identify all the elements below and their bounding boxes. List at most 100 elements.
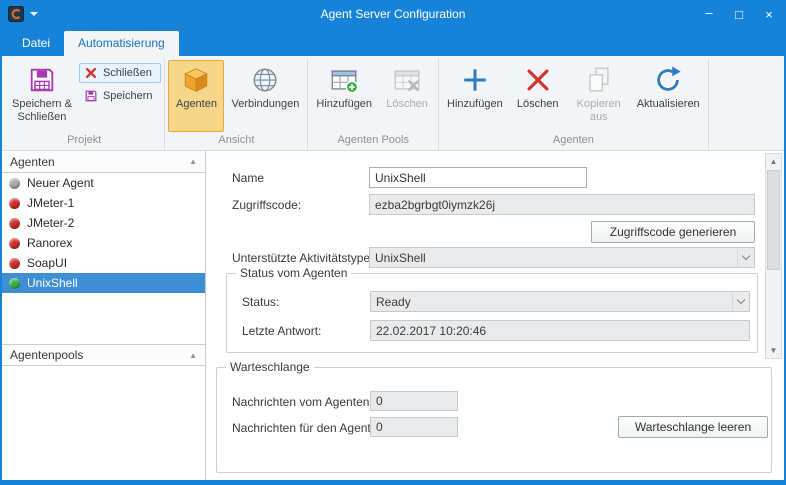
app-logo-icon bbox=[8, 6, 24, 22]
sort-ascending-icon: ▲ bbox=[189, 157, 197, 166]
maximize-button[interactable]: □ bbox=[724, 0, 754, 28]
name-input[interactable] bbox=[369, 167, 587, 188]
list-item-agent[interactable]: Ranorex bbox=[2, 233, 205, 253]
agent-add-button[interactable]: Hinzufügen bbox=[442, 60, 508, 132]
copy-pages-icon bbox=[584, 65, 614, 95]
list-item-agent[interactable]: Neuer Agent bbox=[2, 173, 205, 193]
last-response-label: Letzte Antwort: bbox=[242, 324, 321, 338]
pools-list-header[interactable]: Agentenpools ▲ bbox=[2, 344, 205, 366]
scroll-down-icon: ▼ bbox=[770, 346, 778, 355]
close-x-icon bbox=[84, 66, 98, 80]
chevron-down-icon bbox=[732, 292, 749, 311]
clear-queue-button[interactable]: Warteschlange leeren bbox=[618, 416, 768, 438]
agent-delete-label: Löschen bbox=[517, 98, 559, 111]
sidebar: Agenten ▲ Neuer Agent JMeter-1 JMeter-2 … bbox=[2, 151, 206, 480]
status-dot-red-icon bbox=[9, 218, 20, 229]
agents-view-label: Agenten bbox=[176, 98, 217, 111]
status-dot-red-icon bbox=[9, 258, 20, 269]
status-label: Status: bbox=[242, 295, 279, 309]
table-add-icon bbox=[329, 65, 359, 95]
agent-delete-button[interactable]: Löschen bbox=[510, 60, 566, 132]
save-and-close-label-line1: Speichern & bbox=[12, 98, 72, 111]
last-response-input bbox=[370, 320, 750, 341]
window-controls: – □ × bbox=[694, 0, 784, 28]
list-item-agent-selected[interactable]: UnixShell bbox=[2, 273, 205, 293]
save-small-icon bbox=[84, 89, 98, 103]
ribbon-group-label-ansicht: Ansicht bbox=[168, 133, 304, 150]
tab-datei[interactable]: Datei bbox=[8, 31, 64, 56]
agent-name: Ranorex bbox=[27, 236, 72, 250]
list-item-agent[interactable]: SoapUI bbox=[2, 253, 205, 273]
pool-delete-label: Löschen bbox=[386, 98, 428, 111]
agent-name: JMeter-1 bbox=[27, 196, 74, 210]
agent-name: UnixShell bbox=[27, 276, 78, 290]
scrollbar-thumb[interactable] bbox=[767, 170, 780, 270]
refresh-label: Aktualisieren bbox=[637, 98, 700, 111]
red-x-icon bbox=[523, 65, 553, 95]
agent-add-label: Hinzufügen bbox=[447, 98, 503, 111]
status-value: Ready bbox=[376, 295, 411, 309]
queue-groupbox: Warteschlange Nachrichten vom Agenten: N… bbox=[216, 367, 772, 473]
ribbon-group-agenten-pools: Hinzufügen Löschen Agenten Pools bbox=[308, 58, 439, 150]
ribbon-tab-row: Datei Automatisierung bbox=[2, 28, 784, 56]
save-disk-icon bbox=[27, 65, 57, 95]
maximize-icon: □ bbox=[735, 7, 743, 22]
window-body: Agenten ▲ Neuer Agent JMeter-1 JMeter-2 … bbox=[2, 151, 784, 480]
ribbon: Speichern & Schließen Schließen bbox=[2, 56, 784, 151]
list-item-agent[interactable]: JMeter-2 bbox=[2, 213, 205, 233]
save-button[interactable]: Speichern bbox=[79, 86, 162, 106]
queue-groupbox-legend: Warteschlange bbox=[226, 360, 314, 374]
messages-from-agent-input bbox=[370, 391, 458, 411]
status-groupbox: Status vom Agenten Status: Ready Letzte … bbox=[226, 273, 758, 353]
status-dot-green-icon bbox=[9, 278, 20, 289]
agent-name: Neuer Agent bbox=[27, 176, 94, 190]
generate-access-code-button[interactable]: Zugriffscode generieren bbox=[591, 221, 755, 243]
close-button[interactable]: × bbox=[754, 0, 784, 28]
vertical-scrollbar[interactable]: ▲ ▼ bbox=[765, 153, 782, 359]
close-project-button[interactable]: Schließen bbox=[79, 63, 162, 83]
scroll-up-icon: ▲ bbox=[770, 157, 778, 166]
activity-types-combo: UnixShell bbox=[369, 247, 755, 268]
scroll-down-button[interactable]: ▼ bbox=[766, 343, 781, 358]
save-and-close-button[interactable]: Speichern & Schließen bbox=[7, 60, 77, 132]
pools-list-header-label: Agentenpools bbox=[10, 348, 83, 362]
status-dot-red-icon bbox=[9, 238, 20, 249]
save-and-close-label-line2: Schließen bbox=[18, 111, 67, 124]
minimize-button[interactable]: – bbox=[694, 0, 724, 28]
access-code-input[interactable] bbox=[369, 194, 755, 215]
name-label: Name bbox=[232, 171, 264, 185]
pool-add-button[interactable]: Hinzufügen bbox=[311, 60, 377, 132]
save-label: Speichern bbox=[103, 90, 153, 102]
list-item-agent[interactable]: JMeter-1 bbox=[2, 193, 205, 213]
connections-view-label: Verbindungen bbox=[231, 98, 299, 111]
copy-from-label: Kopieren aus bbox=[573, 98, 625, 124]
agents-view-button[interactable]: Agenten bbox=[168, 60, 224, 132]
refresh-button[interactable]: Aktualisieren bbox=[632, 60, 705, 132]
ribbon-group-label-agenten: Agenten bbox=[442, 133, 705, 150]
status-dot-gray-icon bbox=[9, 178, 20, 189]
close-icon: × bbox=[765, 7, 773, 22]
titlebar: Agent Server Configuration – □ × bbox=[2, 0, 784, 28]
messages-for-agent-label: Nachrichten für den Agenten: bbox=[232, 421, 387, 435]
globe-icon bbox=[250, 65, 280, 95]
agents-list-header[interactable]: Agenten ▲ bbox=[2, 151, 205, 173]
agent-detail-panel: Name Zugriffscode: Zugriffscode generier… bbox=[206, 151, 784, 480]
scroll-up-button[interactable]: ▲ bbox=[766, 154, 781, 169]
refresh-icon bbox=[653, 65, 683, 95]
plus-icon bbox=[460, 65, 490, 95]
tab-automatisierung[interactable]: Automatisierung bbox=[64, 31, 179, 56]
quick-access-caret-icon[interactable] bbox=[24, 0, 44, 28]
agent-cube-icon bbox=[181, 65, 211, 95]
chevron-down-icon bbox=[737, 248, 754, 267]
status-combo: Ready bbox=[370, 291, 750, 312]
pool-delete-button[interactable]: Löschen bbox=[379, 60, 435, 132]
activity-types-label: Unterstützte Aktivitätstypen: bbox=[232, 251, 380, 265]
messages-for-agent-input bbox=[370, 417, 458, 437]
close-project-label: Schließen bbox=[103, 67, 152, 79]
window-title: Agent Server Configuration bbox=[2, 7, 784, 21]
connections-view-button[interactable]: Verbindungen bbox=[226, 60, 304, 132]
pool-add-label: Hinzufügen bbox=[316, 98, 372, 111]
status-groupbox-legend: Status vom Agenten bbox=[236, 266, 351, 280]
copy-from-button[interactable]: Kopieren aus bbox=[568, 60, 630, 132]
messages-from-agent-label: Nachrichten vom Agenten: bbox=[232, 395, 373, 409]
